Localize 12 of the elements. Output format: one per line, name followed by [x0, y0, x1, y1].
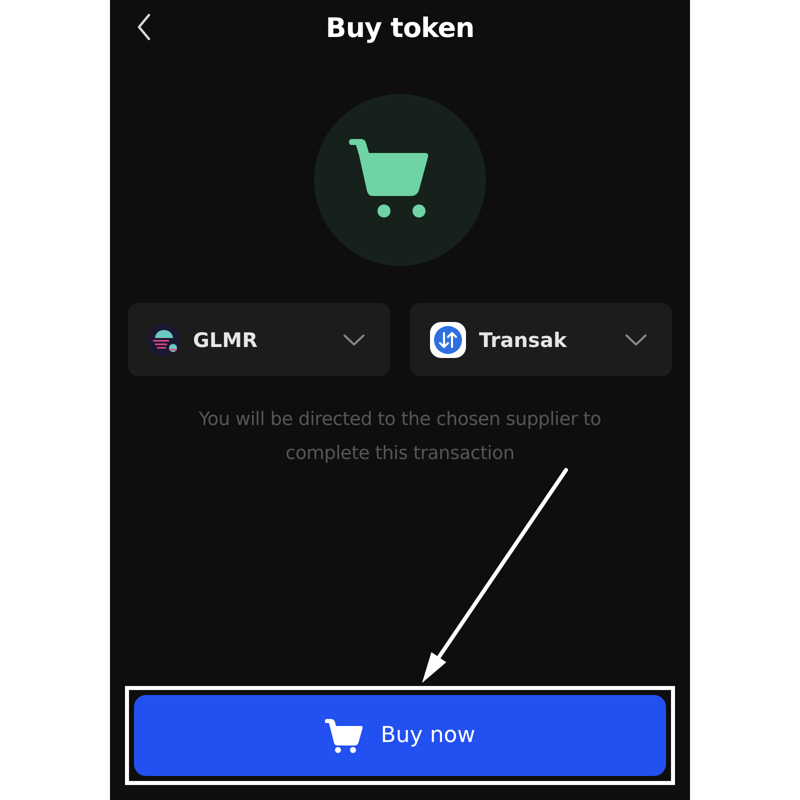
- back-button[interactable]: [136, 13, 152, 41]
- notice-text: You will be directed to the chosen supplier to complete this transaction: [198, 408, 602, 466]
- token-icon: [148, 324, 180, 356]
- provider-dropdown[interactable]: Transak: [410, 303, 672, 376]
- chevron-down-icon: [625, 334, 647, 346]
- chevron-down-icon: [343, 334, 365, 346]
- token-dropdown[interactable]: GLMR: [128, 303, 390, 376]
- cart-icon: [314, 94, 486, 266]
- cart-icon: [324, 718, 363, 752]
- page-title: Buy token: [326, 12, 474, 44]
- exchange-icon: [430, 322, 466, 358]
- buy-now-button[interactable]: Buy now: [134, 695, 666, 776]
